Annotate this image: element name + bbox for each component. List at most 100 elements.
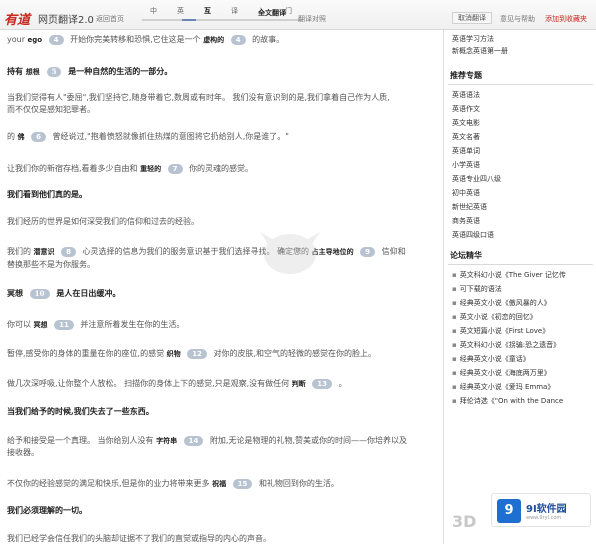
content-line: 我们经历的世界是如何深受我们的信仰和过去的经验。: [7, 217, 199, 226]
term-number-badge[interactable]: 9: [360, 247, 376, 257]
source-term[interactable]: 判断: [292, 380, 306, 388]
tab-ying[interactable]: 英: [167, 4, 194, 18]
recommend-title: 推荐专题: [450, 71, 482, 80]
term-number-badge[interactable]: 8: [61, 247, 76, 257]
term-number-badge[interactable]: 14: [183, 436, 204, 446]
forum-item[interactable]: 经典英文小说《爱玛 Emma》: [452, 382, 555, 392]
sidebar-top-item[interactable]: 新概念英语第一册: [452, 46, 508, 56]
recommend-item[interactable]: 商务英语: [452, 216, 480, 226]
forum-item[interactable]: 拜伦诗选《"On with the Dance: [452, 396, 563, 406]
content-heading: 冥想 10 是人在日出缓冲。: [7, 288, 120, 299]
add-favorite-link[interactable]: 添加到收藏夹: [545, 14, 587, 24]
divider: [448, 264, 593, 265]
line-text: 是人在日出缓冲。: [56, 288, 121, 298]
full-translation-tab[interactable]: 全文翻译: [258, 8, 286, 18]
content-line: 给予和接受是一个真理。 当你给别人没有 字符串 14 附加,无论是物理的礼物,赞…: [7, 435, 407, 446]
term-number-badge[interactable]: 7: [167, 164, 183, 174]
term-number-badge[interactable]: 12: [187, 349, 207, 359]
recommend-item[interactable]: 英文名著: [452, 132, 480, 142]
recommend-item[interactable]: 英语语法: [452, 90, 480, 100]
content-line: 不仅你的经验感觉的满足和快乐,但是你的业力将带来更多 祝福 15 和礼物回到你的…: [7, 478, 339, 489]
recommend-item[interactable]: 小学英语: [452, 160, 480, 170]
site-logo: 9 9I软件园 www.9ryl.com: [491, 493, 591, 527]
recommend-item[interactable]: 英语专业四八级: [452, 174, 501, 184]
source-term[interactable]: 冥想: [34, 321, 48, 329]
term-number-badge[interactable]: 10: [29, 289, 50, 299]
forum-item[interactable]: 经典英文小说《海底两万里》: [452, 368, 551, 378]
line-text: 暂停,感受你的身体的重量在你的座位,的感觉: [7, 349, 165, 358]
forum-item[interactable]: 英文小说《初恋的回忆》: [452, 312, 537, 322]
source-term[interactable]: 想根: [26, 67, 40, 76]
tab-yi[interactable]: 译: [221, 4, 248, 18]
line-text: 是一种自然的生活的一部分。: [68, 66, 173, 76]
content-line: 接收器。: [7, 448, 39, 457]
line-text: your: [7, 35, 25, 44]
tab-zhong[interactable]: 中: [140, 4, 167, 18]
forum-item[interactable]: 经典英文小说《傲风暴的人》: [452, 298, 551, 308]
recommend-item[interactable]: 新世纪英语: [452, 202, 487, 212]
recommend-item[interactable]: 初中英语: [452, 188, 480, 198]
mode-slider[interactable]: [142, 19, 302, 21]
line-text: 你可以: [7, 320, 31, 329]
source-term[interactable]: 祝福: [212, 480, 226, 488]
line-text: 做几次深呼吸,让你整个人放松。 扫描你的身体上下的感觉,只是观察,没有做任何: [7, 379, 290, 388]
line-text: 曾经说过,"抱着愤怒就像抓住热煤的意图将它扔给别人,你是谁了。": [52, 132, 289, 141]
forum-item[interactable]: 可下载的语法: [452, 284, 502, 294]
forum-item[interactable]: 英文科幻小说《拐骗:恐之遗音》: [452, 340, 560, 350]
sidebar-top-item[interactable]: 英语学习方法: [452, 34, 494, 44]
youdao-logo: 有道: [4, 13, 31, 28]
term-number-badge[interactable]: 6: [31, 132, 46, 142]
line-text: 你的灵魂的感觉。: [189, 164, 254, 173]
source-term[interactable]: 重轻的: [140, 165, 161, 173]
app-title: 网页翻译2.0: [38, 15, 94, 26]
line-text: 让我们你的新宿存档,看着多少自由和: [7, 164, 138, 173]
source-compare-link[interactable]: 翻译对照: [298, 14, 326, 24]
3d-watermark: 3D: [452, 512, 477, 531]
site-url: www.9ryl.com: [526, 515, 562, 521]
line-text: 持有: [7, 66, 23, 76]
source-term[interactable]: 佛: [18, 133, 25, 141]
tab-hu[interactable]: 互: [194, 4, 221, 18]
source-term[interactable]: 织物: [167, 350, 181, 358]
help-link[interactable]: 意见与帮助: [500, 14, 535, 24]
term-number-badge[interactable]: 13: [312, 379, 333, 389]
content-line: 我们已经学会信任我们的头脑却证据不了我们的直觉或指导的内心的声音。: [7, 534, 271, 543]
source-term[interactable]: 虚构的: [203, 36, 224, 44]
recommend-item[interactable]: 英文电影: [452, 118, 480, 128]
content-line-1: your ego 4 开始你完美转移和恐惧,它住这是一个 虚构的 4 的故事。: [7, 34, 284, 45]
source-term[interactable]: 字符串: [156, 437, 177, 445]
recommend-item[interactable]: 英语单词: [452, 146, 480, 156]
content-line: 暂停,感受你的身体的重量在你的座位,的感觉 织物 12 对你的皮肤,和空气的轻微…: [7, 348, 376, 359]
translated-content: your ego 4 开始你完美转移和恐惧,它住这是一个 虚构的 4 的故事。 …: [0, 30, 440, 544]
forum-item[interactable]: 英文短篇小说《First Love》: [452, 326, 549, 336]
term-number-badge[interactable]: 15: [232, 479, 253, 489]
content-heading: 当我们给予的时候,我们失去了一些东西。: [7, 406, 154, 416]
term-number-badge[interactable]: 4: [230, 35, 246, 45]
line-text: 冥想: [7, 288, 23, 298]
content-line: 我们的 潜意识 8 心灵选择的信息为我们的服务意识基于我们选择寻找。 确定您的 …: [7, 246, 406, 257]
home-link[interactable]: 返回首页: [96, 14, 124, 24]
recommend-item[interactable]: 英语四级口语: [452, 230, 494, 240]
line-text: 不仅你的经验感觉的满足和快乐,但是你的业力将带来更多: [7, 479, 210, 488]
forum-item[interactable]: 英文科幻小说《The Giver 记忆传: [452, 270, 566, 280]
content-heading: 我们必须理解的一切。: [7, 505, 87, 515]
site-name: 9I软件园: [526, 504, 567, 515]
content-line: 你可以 冥想 11 并注意所着发生在你的生活。: [7, 319, 184, 330]
right-sidebar: 英语学习方法 新概念英语第一册 推荐专题 英语语法 英语作文 英文电影 英文名著…: [443, 30, 596, 544]
term-number-badge[interactable]: 4: [48, 35, 64, 45]
source-term[interactable]: 潜意识: [34, 248, 55, 256]
recommend-item[interactable]: 英语作文: [452, 104, 480, 114]
line-text: 我们的: [7, 247, 31, 256]
content-line: 让我们你的新宿存档,看着多少自由和 重轻的 7 你的灵魂的感觉。: [7, 163, 253, 174]
term-number-badge[interactable]: 11: [54, 320, 74, 330]
source-term[interactable]: ego: [28, 36, 43, 44]
line-text: 附加,无论是物理的礼物,赞美或你的时间——你培养以及: [209, 436, 408, 445]
forum-item[interactable]: 经典英文小说《童话》: [452, 354, 530, 364]
cancel-translation-button[interactable]: 取消翻译: [452, 12, 492, 24]
line-text: 的故事。: [252, 35, 285, 44]
content-line: 当我们觉得有人"委屈",我们坚持它,随身带着它,数周或有时年。 我们没有意识到的…: [7, 93, 390, 102]
top-toolbar: 有道 网页翻译2.0 返回首页 中 英 互 译 入 门 全文翻译 翻译对照 取消…: [0, 0, 596, 30]
forum-title: 论坛精华: [450, 251, 482, 260]
term-number-badge[interactable]: 5: [46, 67, 62, 77]
mode-slider-handle[interactable]: [182, 19, 196, 21]
